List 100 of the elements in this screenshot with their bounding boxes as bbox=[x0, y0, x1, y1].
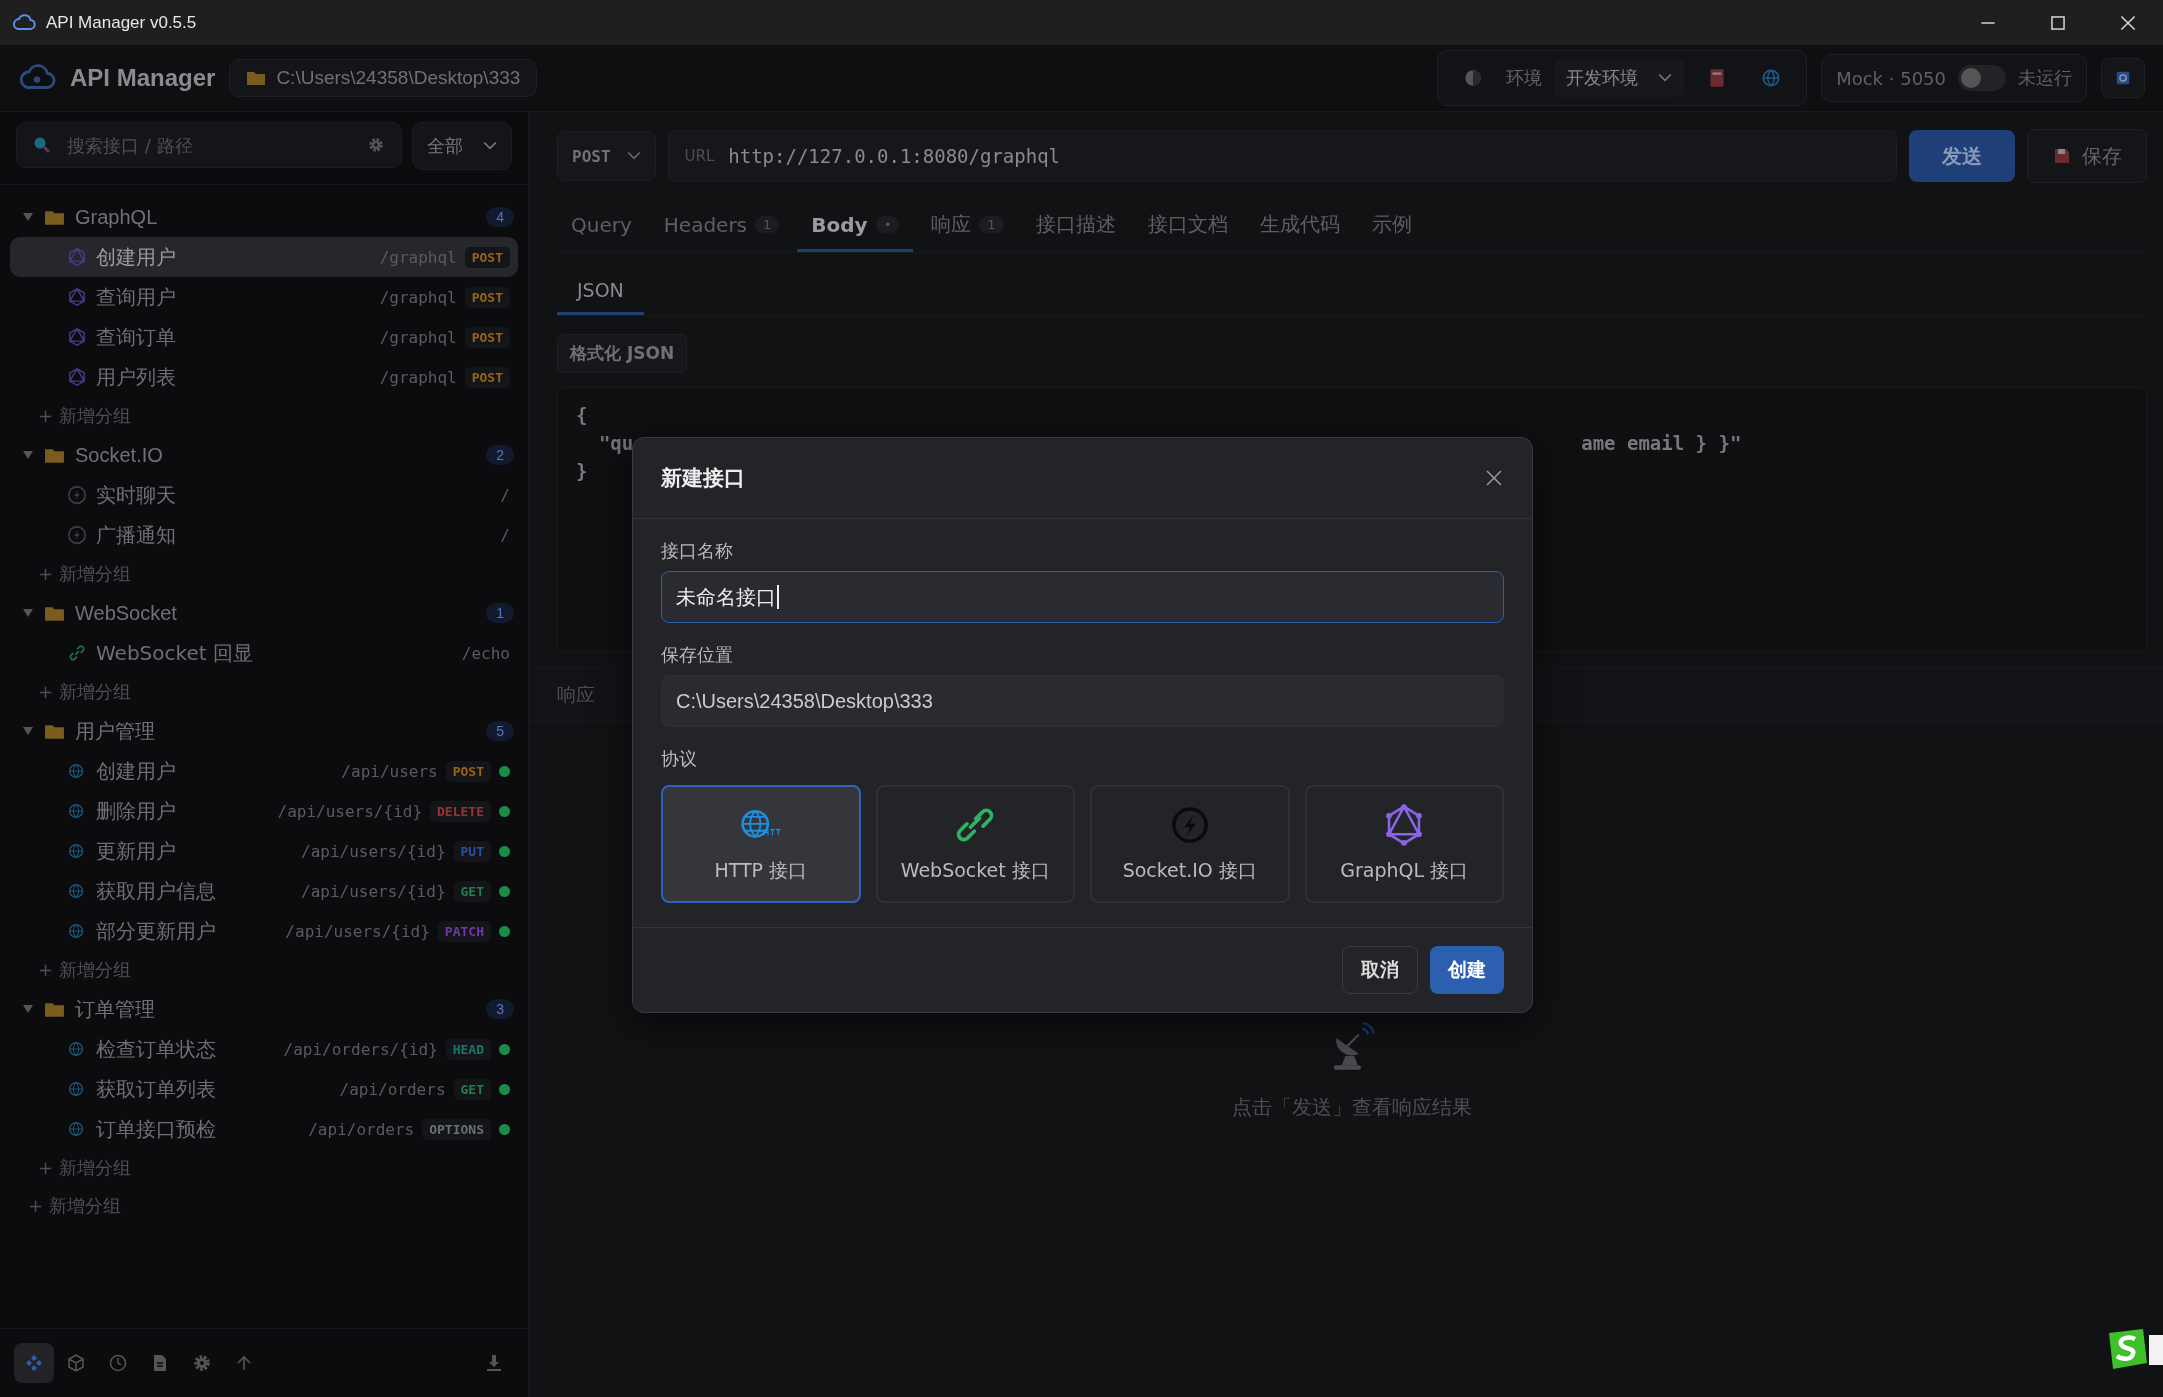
add-group-button[interactable]: + 新增分组 bbox=[10, 951, 137, 989]
tab[interactable]: 生成代码 bbox=[1245, 200, 1354, 252]
tab[interactable]: JSON bbox=[557, 267, 644, 315]
method-badge: POST bbox=[464, 366, 510, 388]
graphql-icon bbox=[66, 326, 88, 348]
code-text: } bbox=[576, 460, 588, 484]
method-badge: POST bbox=[464, 326, 510, 348]
add-group-button[interactable]: + 新增分组 bbox=[10, 673, 137, 711]
code-text: "qu bbox=[597, 432, 634, 456]
add-group-button[interactable]: + 新增分组 bbox=[10, 1187, 127, 1225]
field-label: 协议 bbox=[661, 747, 697, 771]
endpoint-item[interactable]: 查询用户 /graphql POST bbox=[10, 277, 518, 317]
cancel-button[interactable]: 取消 bbox=[1342, 946, 1418, 994]
url-field[interactable]: URL http://127.0.0.1:8080/graphql bbox=[667, 130, 1897, 182]
close-icon[interactable] bbox=[1484, 468, 1504, 488]
settings-icon[interactable] bbox=[366, 135, 386, 155]
format-json-button[interactable]: 格式化 JSON bbox=[557, 334, 688, 373]
tab[interactable]: Query bbox=[557, 200, 646, 252]
tab[interactable]: 示例 bbox=[1357, 200, 1426, 252]
caret-icon bbox=[22, 608, 34, 618]
folder-icon bbox=[44, 446, 65, 464]
code-text: ame email } }" bbox=[1581, 432, 1742, 456]
diamond-grid-icon bbox=[24, 1353, 44, 1373]
sync-button[interactable] bbox=[2101, 58, 2145, 98]
add-group-button[interactable]: + 新增分组 bbox=[10, 555, 137, 593]
tab[interactable]: 响应 1 bbox=[917, 200, 1018, 252]
graphql-icon bbox=[66, 366, 88, 388]
method-badge: DELETE bbox=[430, 800, 491, 822]
count-badge: 5 bbox=[486, 721, 514, 741]
project-path-button[interactable]: C:\Users\24358\Desktop\333 bbox=[229, 59, 538, 97]
env-select[interactable]: 开发环境 bbox=[1554, 59, 1685, 97]
tab[interactable]: Headers 1 bbox=[649, 200, 794, 252]
window-title: API Manager v0.5.5 bbox=[46, 12, 197, 33]
endpoint-item[interactable]: 广播通知 / bbox=[10, 515, 518, 555]
dialog-title: 新建接口 bbox=[661, 465, 745, 492]
tab[interactable]: 接口描述 bbox=[1021, 200, 1130, 252]
save-button[interactable]: 保存 bbox=[2027, 129, 2147, 183]
send-button[interactable]: 发送 bbox=[1909, 130, 2015, 182]
folder-icon bbox=[44, 722, 65, 740]
folder-row[interactable]: 订单管理 3 bbox=[10, 989, 518, 1029]
tab[interactable]: 接口文档 bbox=[1133, 200, 1242, 252]
endpoint-item[interactable]: 获取用户信息 /api/users/{id} GET bbox=[10, 871, 518, 911]
method-badge: GET bbox=[453, 880, 491, 902]
mock-toggle[interactable] bbox=[1958, 65, 2006, 91]
bolt-circle-icon bbox=[66, 524, 88, 546]
protocol-option[interactable]: WebSocket 接口 bbox=[875, 785, 1075, 903]
tab[interactable]: Body • bbox=[797, 200, 914, 252]
method-badge: POST bbox=[464, 286, 510, 308]
add-group-button[interactable]: + 新增分组 bbox=[10, 397, 137, 435]
mock-label: Mock · 5050 bbox=[1836, 67, 1946, 89]
endpoint-item[interactable]: 部分更新用户 /api/users/{id} PATCH bbox=[10, 911, 518, 951]
method-badge: GET bbox=[453, 1078, 491, 1100]
folder-row[interactable]: Socket.IO 2 bbox=[10, 435, 518, 475]
sidebar-tool-button[interactable] bbox=[14, 1343, 54, 1383]
endpoint-item[interactable]: 更新用户 /api/users/{id} PUT bbox=[10, 831, 518, 871]
endpoint-item[interactable]: 查询订单 /graphql POST bbox=[10, 317, 518, 357]
count-badge: 3 bbox=[486, 999, 514, 1019]
create-button[interactable]: 创建 bbox=[1430, 946, 1504, 994]
name-input-field[interactable]: 未命名接口 bbox=[661, 571, 1504, 623]
bolt-circle-icon bbox=[66, 484, 88, 506]
link-icon bbox=[66, 642, 88, 664]
endpoint-item[interactable]: 用户列表 /graphql POST bbox=[10, 357, 518, 397]
caret-icon bbox=[626, 151, 641, 161]
folder-row[interactable]: GraphQL 4 bbox=[10, 197, 518, 237]
endpoint-item[interactable]: WebSocket 回显 /echo bbox=[10, 633, 518, 673]
search-field[interactable]: 搜索接口 / 路径 bbox=[16, 122, 402, 168]
graphql-icon bbox=[66, 286, 88, 308]
count-badge: 4 bbox=[486, 207, 514, 227]
endpoint-item[interactable]: 创建用户 /api/users POST bbox=[10, 751, 518, 791]
caret-icon bbox=[22, 450, 34, 460]
folder-icon bbox=[246, 70, 267, 86]
protocol-option[interactable]: Socket.IO 接口 bbox=[1090, 785, 1290, 903]
download-icon bbox=[484, 1353, 504, 1373]
count-badge: 2 bbox=[486, 445, 514, 465]
location-input-field[interactable]: C:\Users\24358\Desktop\333 bbox=[661, 675, 1504, 727]
folder-row[interactable]: 用户管理 5 bbox=[10, 711, 518, 751]
endpoint-item[interactable]: 检查订单状态 /api/orders/{id} HEAD bbox=[10, 1029, 518, 1069]
add-group-button[interactable]: + 新增分组 bbox=[10, 1149, 137, 1187]
endpoint-item[interactable]: 订单接口预检 /api/orders OPTIONS bbox=[10, 1109, 518, 1149]
folder-row[interactable]: WebSocket 1 bbox=[10, 593, 518, 633]
mock-status: 未运行 bbox=[2018, 66, 2072, 90]
field-label: 保存位置 bbox=[661, 643, 733, 667]
search-icon bbox=[32, 135, 52, 155]
protocol-option[interactable]: HTTP 接口 bbox=[661, 785, 861, 903]
endpoint-item[interactable]: 删除用户 /api/users/{id} DELETE bbox=[10, 791, 518, 831]
env-label: 环境 bbox=[1506, 66, 1543, 90]
method-select[interactable]: POST bbox=[557, 131, 656, 181]
caret-icon bbox=[483, 141, 497, 151]
filter-select[interactable]: 全部 bbox=[412, 122, 512, 170]
endpoint-item[interactable]: 实时聊天 / bbox=[10, 475, 518, 515]
count-badge: 1 bbox=[486, 603, 514, 623]
caret-icon bbox=[22, 726, 34, 736]
graphql-icon bbox=[66, 246, 88, 268]
caret-icon bbox=[1658, 73, 1673, 83]
method-badge: POST bbox=[445, 760, 491, 782]
sync-icon bbox=[2114, 69, 2132, 87]
protocol-option[interactable]: GraphQL 接口 bbox=[1304, 785, 1504, 903]
endpoint-item[interactable]: 获取订单列表 /api/orders GET bbox=[10, 1069, 518, 1109]
caret-icon bbox=[22, 1004, 34, 1014]
floppy-icon bbox=[2052, 146, 2072, 166]
